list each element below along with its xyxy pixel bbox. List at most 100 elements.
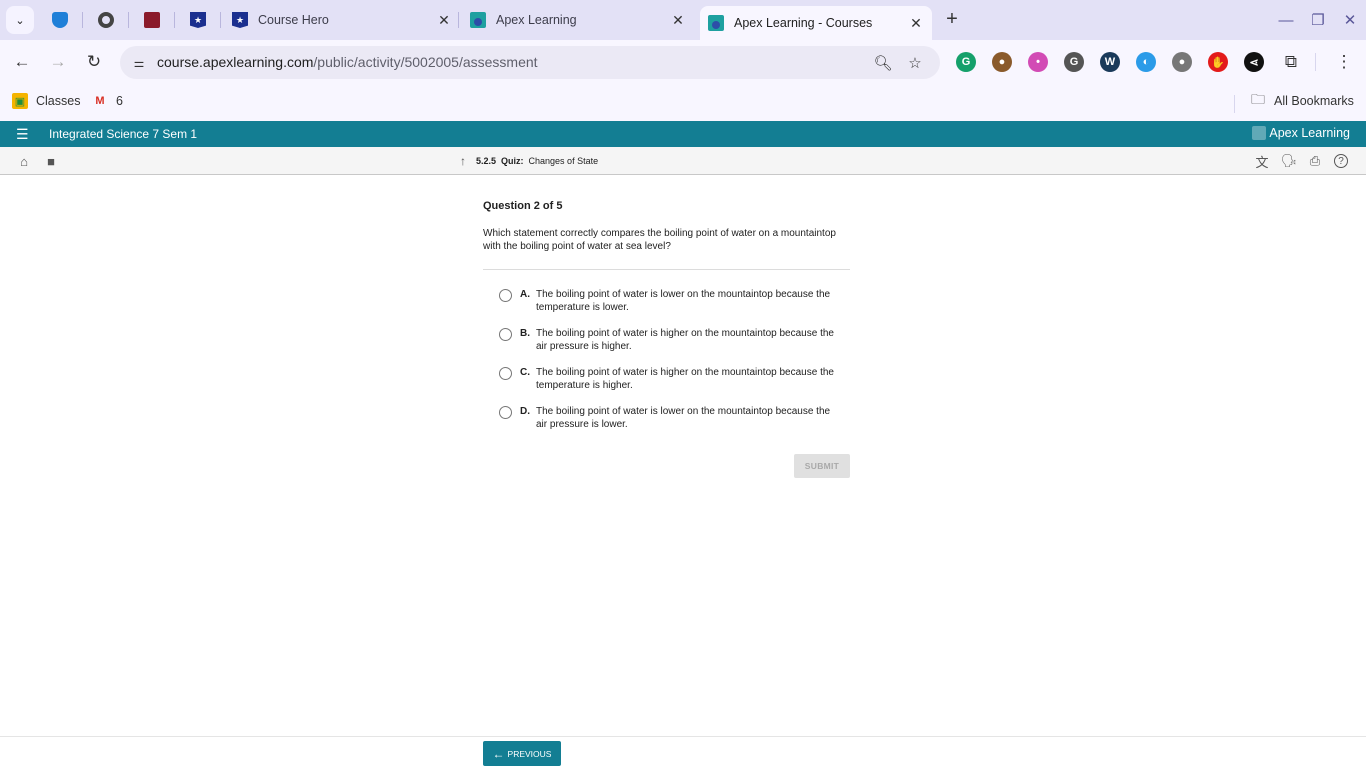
- grammarly-icon[interactable]: G: [956, 52, 976, 72]
- chrome-menu-button[interactable]: ⋮: [1332, 50, 1356, 74]
- tune-icon: ⚌: [133, 56, 145, 70]
- breadcrumb-type: Quiz:: [501, 156, 524, 166]
- tab-apex-learning[interactable]: Apex Learning ✕: [470, 0, 686, 40]
- gmail-icon: M: [95, 95, 105, 107]
- google-classroom-icon: ▣: [12, 93, 28, 109]
- option-letter: C.: [520, 367, 530, 378]
- tab-separator: [174, 12, 175, 28]
- divider: [483, 269, 850, 270]
- course-title: Integrated Science 7 Sem 1: [49, 127, 198, 141]
- tab-separator: [220, 12, 221, 28]
- option-a[interactable]: A. The boiling point of water is lower o…: [483, 288, 850, 314]
- tab-separator: [82, 12, 83, 28]
- bookmark-star-button[interactable]: ☆: [904, 52, 926, 74]
- toolbar-separator: [1315, 53, 1316, 71]
- url-path: /public/activity/5002005/assessment: [313, 54, 538, 70]
- tab-search-button[interactable]: ⌄: [6, 6, 34, 34]
- radio-button[interactable]: [499, 328, 512, 341]
- option-b[interactable]: B. The boiling point of water is higher …: [483, 327, 850, 353]
- cookie-icon[interactable]: ●: [992, 52, 1012, 72]
- question-header: Question 2 of 5: [483, 200, 563, 212]
- apex-brand: Apex Learning: [1252, 126, 1350, 140]
- bookmark-separator: [1234, 95, 1235, 113]
- apex-favicon: [470, 12, 486, 28]
- previous-button[interactable]: ← PREVIOUS: [483, 741, 561, 766]
- minimize-icon: —: [1278, 11, 1294, 29]
- new-tab-button[interactable]: +: [942, 8, 962, 30]
- tab-title: Apex Learning: [496, 13, 577, 27]
- arrow-left-icon: ←: [492, 746, 505, 761]
- option-letter: A.: [520, 289, 530, 300]
- pinned-tab-vs[interactable]: [50, 10, 70, 30]
- radio-button[interactable]: [499, 289, 512, 302]
- g-feather-icon[interactable]: G: [1064, 52, 1084, 72]
- answer-options: A. The boiling point of water is lower o…: [483, 288, 850, 431]
- blue-planet-icon[interactable]: ◐: [1136, 52, 1156, 72]
- tab-strip: ⌄ ★ ★ Course Hero ✕ Apex Learning ✕ Apex…: [0, 0, 1366, 40]
- close-tab-icon[interactable]: ✕: [908, 15, 924, 32]
- option-c[interactable]: C. The boiling point of water is higher …: [483, 366, 850, 392]
- option-text: The boiling point of water is higher on …: [536, 367, 834, 391]
- adblock-icon[interactable]: ✋: [1208, 52, 1228, 72]
- option-text: The boiling point of water is lower on t…: [536, 406, 831, 430]
- breadcrumb: ↑ 5.2.5 Quiz: Changes of State: [460, 154, 598, 168]
- activity-toolbar: ⌂ ■ ↑ 5.2.5 Quiz: Changes of State 文 🗣︎ …: [0, 147, 1366, 175]
- previous-label: PREVIOUS: [507, 748, 552, 759]
- extensions-menu-button[interactable]: ⧉: [1279, 50, 1303, 74]
- address-bar[interactable]: ⚌ course.apexlearning.com/public/activit…: [120, 46, 940, 79]
- close-window-button[interactable]: ✕: [1338, 8, 1362, 32]
- radio-button[interactable]: [499, 406, 512, 419]
- back-button[interactable]: ←: [10, 50, 34, 74]
- home-icon[interactable]: ⌂: [16, 153, 32, 169]
- site-info-button[interactable]: ⚌: [128, 52, 150, 74]
- pinned-tab-cat[interactable]: [142, 10, 162, 30]
- radio-button[interactable]: [499, 367, 512, 380]
- text-to-speech-icon[interactable]: 🗣︎: [1281, 153, 1298, 169]
- share-node-icon[interactable]: ⋖: [1244, 52, 1264, 72]
- option-letter: D.: [520, 406, 530, 417]
- url-domain: course.apexlearning.com: [157, 54, 314, 70]
- reload-icon: ↻: [86, 52, 102, 71]
- restore-icon: ❐: [1311, 12, 1325, 29]
- pinned-tab-chrome[interactable]: [96, 10, 116, 30]
- all-bookmarks-button[interactable]: 🗀 All Bookmarks: [1250, 91, 1354, 109]
- bookmarks-bar: ▣ Classes M 6 🗀 All Bookmarks: [0, 85, 1366, 121]
- menu-list-icon[interactable]: ☰: [16, 126, 29, 143]
- minimize-button[interactable]: —: [1274, 8, 1298, 32]
- w-extension-icon[interactable]: W: [1100, 52, 1120, 72]
- bookmark-label: 6: [116, 94, 123, 108]
- tab-title: Course Hero: [258, 13, 329, 27]
- question-prompt: Which statement correctly compares the b…: [483, 228, 836, 252]
- close-tab-icon[interactable]: ✕: [670, 12, 686, 29]
- tab-apex-courses[interactable]: Apex Learning - Courses ✕: [700, 6, 932, 40]
- forward-button[interactable]: →: [46, 50, 70, 74]
- print-icon[interactable]: ⎙: [1307, 153, 1323, 169]
- submit-button[interactable]: SUBMIT: [794, 454, 850, 478]
- zoom-button[interactable]: 🔍︎: [872, 52, 894, 74]
- reload-button[interactable]: ↻: [82, 50, 106, 74]
- lightbulb-icon[interactable]: ●: [1172, 52, 1192, 72]
- apex-logo-icon: [1252, 126, 1267, 140]
- translate-icon[interactable]: 文: [1254, 153, 1270, 170]
- help-icon[interactable]: ?: [1334, 154, 1348, 168]
- tab-separator: [128, 12, 129, 28]
- puzzle-icon: ⧉: [1284, 52, 1298, 71]
- option-text: The boiling point of water is higher on …: [536, 328, 834, 352]
- tab-course-hero[interactable]: ★ Course Hero ✕: [232, 0, 452, 40]
- star-icon: ☆: [908, 55, 922, 72]
- plus-icon: +: [946, 8, 958, 30]
- all-bookmarks-label: All Bookmarks: [1274, 94, 1354, 108]
- close-icon: ✕: [1343, 12, 1357, 29]
- zoom-out-icon: 🔍︎: [873, 55, 893, 72]
- pinned-tab-star[interactable]: ★: [188, 10, 208, 30]
- restore-button[interactable]: ❐: [1306, 8, 1330, 32]
- colorful-bot-icon[interactable]: •: [1028, 52, 1048, 72]
- url-text[interactable]: course.apexlearning.com/public/activity/…: [157, 54, 538, 70]
- chrome-icon: [98, 12, 114, 28]
- briefcase-icon[interactable]: ■: [43, 153, 59, 169]
- bookmark-classes[interactable]: ▣ Classes: [12, 93, 80, 109]
- close-tab-icon[interactable]: ✕: [436, 12, 452, 29]
- option-d[interactable]: D. The boiling point of water is lower o…: [483, 405, 850, 431]
- up-arrow-icon[interactable]: ↑: [460, 154, 466, 168]
- bookmark-gmail[interactable]: M 6: [92, 93, 123, 109]
